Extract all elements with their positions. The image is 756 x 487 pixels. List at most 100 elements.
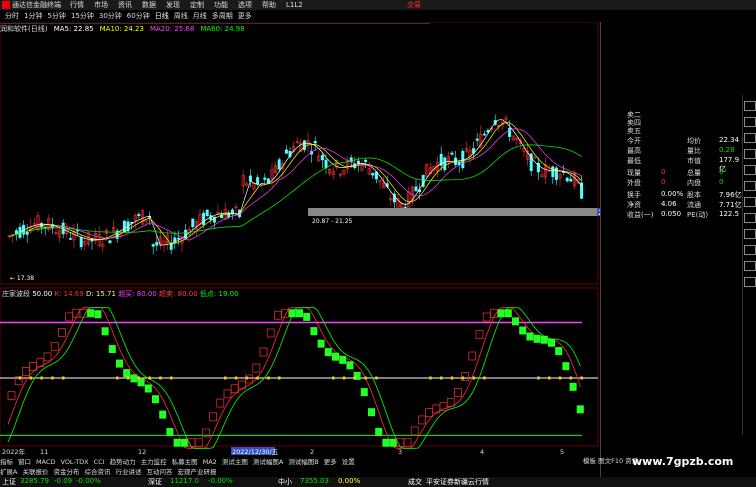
tool-icon-8[interactable] (744, 213, 756, 223)
tab-8[interactable]: 月线 (193, 11, 207, 21)
status-item-3: -0.00% (76, 477, 101, 485)
ma-line-1 (9, 122, 582, 245)
tool-icon-9[interactable] (744, 229, 756, 239)
candle (202, 212, 206, 225)
tool-icon-11[interactable] (744, 261, 756, 271)
date-tick-6: 4 (480, 448, 484, 456)
tab-6[interactable]: 日线 (155, 11, 169, 21)
quote-key2: 市值 (687, 157, 701, 165)
indicator-tab-13[interactable]: 设置 (342, 458, 355, 466)
tab-3[interactable]: 15分钟 (71, 11, 94, 21)
quote-row-4: 最高 量比 0.28 (601, 146, 743, 156)
app-title: 通达信金融终端 (12, 1, 61, 9)
menu-item-3[interactable]: 数据 (142, 1, 156, 9)
tab-7[interactable]: 周线 (174, 11, 188, 21)
candle (565, 177, 569, 182)
menu-item-0[interactable]: 行情 (70, 1, 84, 9)
status-item-9: 0.00% (338, 477, 361, 485)
quote-key2: 总量 (687, 169, 701, 177)
tool-icon-12[interactable] (744, 277, 756, 287)
ma-line-2 (9, 128, 582, 241)
tool-icon-4[interactable] (744, 149, 756, 159)
candle (14, 230, 18, 234)
bottom-right-link-1[interactable]: 图文F10 (598, 457, 625, 465)
indicator-tab-2[interactable]: MACD (36, 458, 55, 466)
quote-value2: 0 (719, 168, 724, 176)
menu-item-8[interactable]: 帮助 (262, 1, 276, 9)
tab-2[interactable]: 5分钟 (47, 11, 65, 21)
candle (324, 159, 328, 169)
osc-header: 庄家波段 50.00 K: 14.69 D: 15.71 超买: 80.00 超… (2, 289, 239, 298)
indicator-tabs: 指标 窗口 MACD VOL-TDX CCI 趋势动力 主力监控 私募主图 MA2 测试主图 测试幅… (0, 456, 600, 466)
tab-5[interactable]: 60分钟 (127, 11, 150, 21)
indicator-tab-12[interactable]: 更多 (324, 458, 337, 466)
status-item-0: 上证 (2, 478, 16, 486)
ma-line-3 (9, 144, 582, 237)
info-tab-6[interactable]: 宏观产业研报 (177, 468, 216, 476)
candlesticks (7, 114, 584, 255)
quote-key: 最低 (627, 157, 641, 165)
indicator-tab-4[interactable]: CCI (94, 458, 105, 466)
quote-value: 0.050 (661, 210, 682, 218)
indicator-tab-7[interactable]: 私募主图 (172, 458, 198, 466)
tab-1[interactable]: 1分钟 (24, 11, 42, 21)
menu-item-7[interactable]: 选项 (238, 1, 252, 9)
tool-icon-6[interactable] (744, 181, 756, 191)
indicator-tab-0[interactable]: 指标 (0, 458, 13, 466)
indicator-tab-9[interactable]: 测试主图 (222, 458, 248, 466)
price-panel-frame (0, 22, 599, 285)
tab-10[interactable]: 更多 (238, 11, 252, 21)
info-tab-0[interactable]: 扩展A (0, 468, 17, 476)
trade-button[interactable]: 交易 (407, 0, 421, 10)
date-tick-1: 11 (40, 448, 48, 456)
tool-icon-7[interactable] (744, 197, 756, 207)
menu-item-2[interactable]: 资讯 (118, 1, 132, 9)
candle (176, 237, 180, 240)
quote-value2: 122.5 (719, 210, 740, 218)
quote-row-5: 最低 市值 177.9亿 (601, 156, 743, 173)
indicator-tab-8[interactable]: MA2 (203, 458, 217, 466)
vertical-toolbar (742, 95, 756, 435)
indicator-tab-5[interactable]: 趋势动力 (110, 458, 136, 466)
quote-key: 卖五 (627, 127, 641, 135)
tab-9[interactable]: 多周期 (212, 11, 233, 21)
menu-item-4[interactable]: 发现 (166, 1, 180, 9)
info-tab-5[interactable]: 互动问答 (146, 468, 172, 476)
quote-value2: 7.96亿 (719, 191, 742, 199)
bottom-right-link-0[interactable]: 模板 (583, 457, 598, 465)
tool-icon-5[interactable] (744, 165, 756, 175)
indicator-tab-1[interactable]: 窗口 (18, 458, 31, 466)
indicator-tab-11[interactable]: 测试幅图B (288, 458, 318, 466)
app-logo-icon (2, 1, 10, 9)
status-item-10: 成交 (408, 478, 422, 486)
menu-item-5[interactable]: 定制 (190, 1, 204, 9)
tool-icon-1[interactable] (744, 101, 756, 111)
menu-item-1[interactable]: 市场 (94, 1, 108, 9)
chart-canvas[interactable]: 27.0026.0025.0024.0023.0022.0021.0020.00… (0, 22, 600, 456)
candle (68, 238, 72, 240)
tool-icon-10[interactable] (744, 245, 756, 255)
info-tab-2[interactable]: 资金分布 (53, 468, 79, 476)
candle (277, 159, 281, 170)
candle (371, 172, 375, 176)
tab-4[interactable]: 30分钟 (99, 11, 122, 21)
tool-icon-2[interactable] (744, 117, 756, 127)
tab-0[interactable]: 分时 (5, 11, 19, 21)
indicator-tab-6[interactable]: 主力监控 (141, 458, 167, 466)
date-tick-2: 12 (138, 448, 146, 456)
info-tab-4[interactable]: 行业讲述 (115, 468, 141, 476)
quote-key: 外盘 (627, 179, 641, 187)
candle (475, 138, 479, 141)
indicator-tab-3[interactable]: VOL-TDX (60, 458, 88, 466)
date-tick-7: 5 (560, 448, 564, 456)
info-tab-1[interactable]: 关联报价 (22, 468, 48, 476)
info-tab-3[interactable]: 综合资讯 (84, 468, 110, 476)
menu-item-6[interactable]: 功能 (214, 1, 228, 9)
indicator-tab-10[interactable]: 测试幅图A (253, 458, 283, 466)
tool-icon-3[interactable] (744, 133, 756, 143)
menu-bar: 行情 市场 资讯 数据 发现 定制 功能 选项 帮助 L1L2 (70, 0, 313, 10)
quote-panel: 卖二 卖四 卖五 今开 均价 22.34 最高 量比 0.28 最低 市值 177.9亿 现量 0 总量 0 外… (600, 22, 743, 482)
menu-item-9[interactable]: L1L2 (286, 1, 303, 9)
candle (364, 159, 368, 162)
status-item-11: 平安证券新疆云行情 (426, 478, 489, 486)
